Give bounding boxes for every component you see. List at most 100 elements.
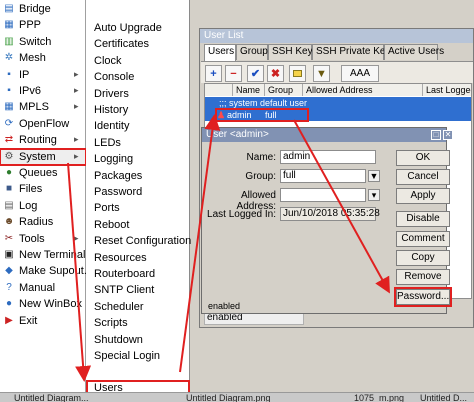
submenu-item-ports[interactable]: Ports: [86, 200, 190, 216]
add-icon[interactable]: +: [205, 65, 222, 82]
sidebar-item-queues[interactable]: ● Queues: [0, 165, 86, 181]
disable-button[interactable]: Disable: [396, 211, 450, 227]
user-list-toolbar: + − ✔ ✖ ▼ AAA: [201, 61, 473, 83]
taskbar-item[interactable]: Untitled Diagram...: [14, 393, 89, 402]
enable-icon[interactable]: ✔: [247, 65, 264, 82]
dropdown-icon[interactable]: ▼: [368, 170, 380, 182]
allowed-address-field[interactable]: [280, 188, 366, 202]
password-button[interactable]: Password...: [394, 287, 452, 307]
submenu-item-reset-configuration[interactable]: Reset Configuration: [86, 233, 191, 249]
expand-icon[interactable]: ▾: [368, 189, 380, 201]
sidebar-item-exit[interactable]: ▶ Exit: [0, 313, 86, 329]
sidebar-item-ip[interactable]: ▪ IP ▸: [0, 67, 86, 83]
apply-button[interactable]: Apply: [396, 188, 450, 204]
find-field[interactable]: AAA: [341, 65, 379, 82]
submenu-item-console[interactable]: Console: [86, 69, 190, 85]
group-select[interactable]: full: [280, 169, 366, 183]
remove-icon[interactable]: −: [225, 65, 242, 82]
submenu-item-drivers[interactable]: Drivers: [86, 86, 190, 102]
column-header-last-logged[interactable]: Last Logged: [423, 84, 471, 96]
ok-button[interactable]: OK: [396, 150, 450, 166]
sidebar-item-label: New WinBox: [19, 298, 82, 311]
sidebar-item-switch[interactable]: ▥ Switch: [0, 34, 86, 50]
last-logged-label: Last Logged In:: [207, 209, 276, 220]
submenu-item-auto-upgrade[interactable]: Auto Upgrade: [86, 20, 190, 36]
admin-row-highlight: [215, 108, 309, 122]
submenu-item-reboot[interactable]: Reboot: [86, 217, 190, 233]
system-icon: ⚙: [4, 150, 14, 162]
column-header-flags[interactable]: [205, 84, 233, 96]
tab-groups[interactable]: Groups: [236, 44, 273, 60]
submenu-item-logging[interactable]: Logging: [86, 151, 190, 167]
disable-icon[interactable]: ✖: [267, 65, 284, 82]
system-submenu: Auto Upgrade Certificates Clock Console Driv…: [86, 0, 191, 400]
sidebar-item-system[interactable]: ⚙ System ▸: [0, 147, 87, 166]
filter-icon[interactable]: ▼: [313, 65, 330, 82]
column-header-name[interactable]: Name: [233, 84, 265, 96]
name-field[interactable]: admin: [280, 150, 376, 164]
tab-active-users[interactable]: Active Users: [384, 44, 444, 60]
comment-button[interactable]: Comment: [396, 231, 450, 247]
copy-button[interactable]: Copy: [396, 250, 450, 266]
comment-icon[interactable]: [289, 65, 306, 82]
group-label: Group:: [245, 171, 276, 182]
maximize-icon[interactable]: □: [431, 130, 441, 140]
taskbar-item[interactable]: 1075_m.png: [354, 393, 404, 402]
sidebar-item-label: Exit: [19, 314, 38, 327]
sidebar-item-log[interactable]: ▤ Log: [0, 198, 86, 214]
submenu-item-certificates[interactable]: Certificates: [86, 36, 190, 52]
sidebar-item-mesh[interactable]: ✲ Mesh: [0, 50, 86, 66]
sidebar-item-make-supout-rif[interactable]: ◆ Make Supout.rif: [0, 263, 96, 279]
submenu-item-history[interactable]: History: [86, 102, 190, 118]
sidebar-item-label: PPP: [19, 19, 42, 32]
taskbar-item[interactable]: Untitled D...: [420, 393, 467, 402]
sidebar-item-ppp[interactable]: ▦ PPP: [0, 17, 86, 33]
submenu-item-password[interactable]: Password: [86, 184, 190, 200]
submenu-item-special-login[interactable]: Special Login: [86, 348, 190, 364]
sidebar-item-routing[interactable]: ⇄ Routing ▸: [0, 132, 86, 148]
submenu-item-resources[interactable]: Resources: [86, 250, 190, 266]
sidebar-item-openflow[interactable]: ⟳ OpenFlow: [0, 116, 86, 132]
submenu-item-scheduler[interactable]: Scheduler: [86, 299, 190, 315]
sidebar-item-manual[interactable]: ? Manual: [0, 280, 86, 296]
submenu-item-leds[interactable]: LEDs: [86, 135, 190, 151]
remove-button[interactable]: Remove: [396, 269, 450, 285]
sidebar-item-label: IP: [19, 68, 30, 81]
submenu-item-identity[interactable]: Identity: [86, 118, 190, 134]
column-header-group[interactable]: Group: [265, 84, 303, 96]
sidebar-item-ipv6[interactable]: ▪ IPv6 ▸: [0, 83, 86, 99]
tab-ssh-private-keys[interactable]: SSH Private Keys: [312, 44, 395, 60]
sidebar-item-label: Queues: [19, 167, 58, 179]
taskbar-item[interactable]: Untitled Diagram.png: [186, 393, 271, 402]
close-icon[interactable]: ✕: [443, 130, 453, 140]
routing-icon: ⇄: [4, 134, 14, 146]
submenu-item-packages[interactable]: Packages: [86, 168, 190, 184]
sidebar-item-new-winbox[interactable]: ● New WinBox: [0, 296, 86, 312]
column-header-allowed-address[interactable]: Allowed Address: [303, 84, 423, 96]
submenu-item-scripts[interactable]: Scripts: [86, 315, 190, 331]
submenu-item-sntp-client[interactable]: SNTP Client: [86, 282, 190, 298]
sidebar-item-mpls[interactable]: ▦ MPLS ▸: [0, 99, 86, 115]
ipv6-icon: ▪: [7, 85, 11, 96]
terminal-icon: ▣: [4, 249, 14, 260]
cancel-button[interactable]: Cancel: [396, 169, 450, 185]
dialog-status: enabled: [208, 301, 241, 311]
ppp-icon: ▦: [4, 19, 14, 31]
sidebar-item-bridge[interactable]: ▤ Bridge: [0, 1, 86, 17]
winbox-sidebar: ▤ Bridge ▦ PPP ▥ Switch ✲ Mesh ▪ IP ▸ ▪ IPv6 ▸ ▦ MPLS ▸ ⟳…: [0, 0, 96, 392]
tab-users[interactable]: Users: [204, 44, 236, 61]
sidebar-item-radius[interactable]: ☻ Radius: [0, 214, 86, 230]
submenu-item-clock[interactable]: Clock: [86, 53, 190, 69]
sidebar-item-tools[interactable]: ✂ Tools ▸: [0, 231, 86, 247]
winbox-icon: ●: [5, 298, 13, 310]
sidebar-item-label: New Terminal: [19, 249, 86, 261]
switch-icon: ▥: [4, 35, 14, 47]
submenu-item-shutdown[interactable]: Shutdown: [86, 332, 190, 348]
radius-icon: ☻: [3, 216, 15, 228]
sidebar-item-label: OpenFlow: [19, 117, 70, 130]
tab-ssh-keys[interactable]: SSH Keys: [268, 44, 318, 60]
submenu-item-routerboard[interactable]: Routerboard: [86, 266, 190, 282]
sidebar-item-files[interactable]: ■ Files: [0, 181, 86, 197]
mesh-icon: ✲: [4, 52, 14, 64]
sidebar-item-new-terminal[interactable]: ▣ New Terminal: [0, 247, 86, 263]
